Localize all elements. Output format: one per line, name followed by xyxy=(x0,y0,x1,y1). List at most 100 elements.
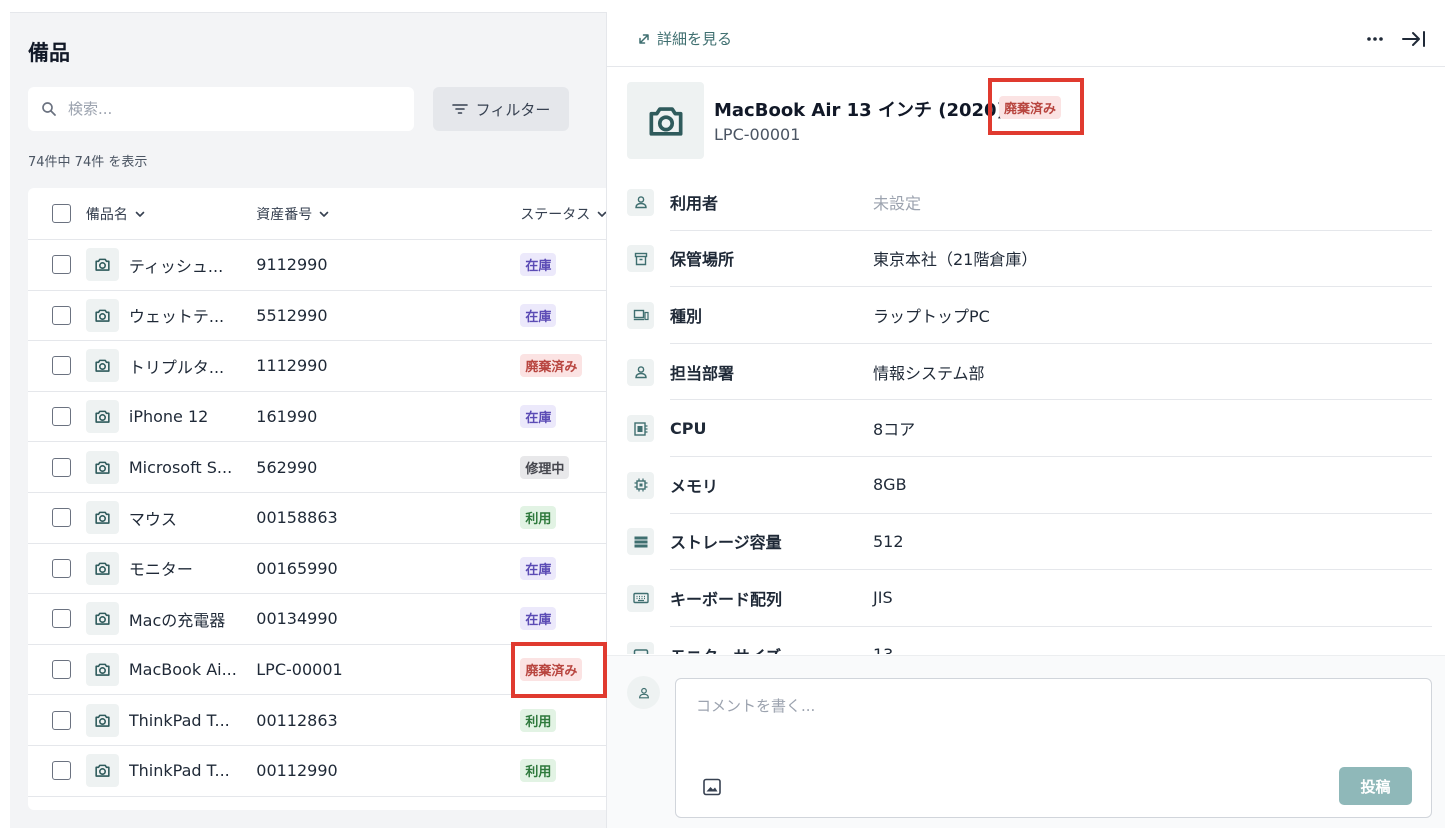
row-checkbox[interactable] xyxy=(52,710,71,730)
property-type[interactable]: 種別 ラップトップPC xyxy=(627,287,1432,344)
table-row[interactable]: トリプルタ... 1112990 廃棄済み xyxy=(28,341,610,392)
filter-button[interactable]: フィルター xyxy=(433,87,569,131)
table-row[interactable]: マウス 00158863 利用 xyxy=(28,493,610,544)
row-asset-number: 562990 xyxy=(256,457,318,477)
person-icon xyxy=(638,687,649,698)
property-value: 8GB xyxy=(873,475,907,495)
property-label: ストレージ容量 xyxy=(670,533,782,553)
row-name: トリプルタ... xyxy=(128,357,225,377)
property-department[interactable]: 担当部署 情報システム部 xyxy=(627,344,1432,401)
page-title: 備品 xyxy=(28,41,70,65)
equipment-list-pane: 備品 フィルター 74件中 74件 を表示 備品名 資産番号 xyxy=(10,12,610,828)
property-label: メモリ xyxy=(670,476,719,496)
row-checkbox[interactable] xyxy=(52,660,71,680)
status-badge: 在庫 xyxy=(520,303,557,327)
result-count: 74件中 74件 を表示 xyxy=(28,155,148,170)
cpu-icon xyxy=(627,415,654,443)
equipment-table: 備品名 資産番号 ステータス ティッシュ... 9112990 在庫 ウェットテ… xyxy=(28,188,610,810)
table-row[interactable]: モニター 00165990 在庫 xyxy=(28,544,610,595)
property-value: 512 xyxy=(873,531,904,551)
table-row[interactable]: ウェットテ... 5512990 在庫 xyxy=(28,291,610,342)
camera-icon xyxy=(85,602,119,636)
table-row[interactable]: ThinkPad T... 00112990 利用 xyxy=(28,746,610,797)
property-value: ラップトップPC xyxy=(873,306,990,326)
property-label: モニターサイズ xyxy=(670,643,873,654)
property-label: 担当部署 xyxy=(670,363,735,383)
table-row[interactable]: iPhone 12 161990 在庫 xyxy=(28,392,610,443)
close-panel-icon[interactable] xyxy=(1401,28,1427,50)
search-icon xyxy=(42,102,56,116)
person-icon xyxy=(627,188,654,216)
camera-icon xyxy=(85,349,119,383)
row-name: マウス xyxy=(128,509,177,529)
view-detail-label: 詳細を見る xyxy=(657,30,733,48)
camera-icon xyxy=(644,99,688,143)
property-label: 保管場所 xyxy=(670,250,735,270)
monitor-icon xyxy=(627,641,654,654)
comment-input[interactable] xyxy=(696,695,1396,755)
row-asset-number: 00165990 xyxy=(256,558,338,578)
row-checkbox[interactable] xyxy=(52,508,71,528)
row-asset-number: 00134990 xyxy=(256,609,338,629)
property-value: 情報システム部 xyxy=(873,363,985,383)
select-all-checkbox[interactable] xyxy=(52,204,71,223)
property-memory[interactable]: メモリ 8GB xyxy=(627,457,1432,514)
row-checkbox[interactable] xyxy=(52,305,71,325)
table-row[interactable]: Microsoft S... 562990 修理中 xyxy=(28,442,610,493)
row-name: ThinkPad T... xyxy=(128,761,230,781)
camera-icon xyxy=(85,653,119,687)
row-name: Microsoft S... xyxy=(128,457,233,477)
row-asset-number: 00158863 xyxy=(256,508,338,528)
row-checkbox[interactable] xyxy=(52,407,71,427)
property-storage[interactable]: ストレージ容量 512 xyxy=(627,514,1432,571)
property-label: キーボード配列 xyxy=(670,589,783,609)
column-header-asset[interactable]: 資産番号 xyxy=(256,204,520,224)
camera-icon xyxy=(85,501,119,535)
row-asset-number: 9112990 xyxy=(256,255,328,275)
row-asset-number: 5512990 xyxy=(256,305,328,325)
item-image[interactable] xyxy=(627,82,704,159)
row-name: iPhone 12 xyxy=(128,407,209,427)
column-header-name[interactable]: 備品名 xyxy=(86,204,256,224)
table-row[interactable]: Macの充電器 00134990 在庫 xyxy=(28,594,610,645)
table-row[interactable]: ティッシュ... 9112990 在庫 xyxy=(28,240,610,291)
camera-icon xyxy=(85,754,119,788)
row-checkbox[interactable] xyxy=(52,761,71,781)
table-row[interactable]: ThinkPad T... 00112863 利用 xyxy=(28,695,610,746)
status-badge: 利用 xyxy=(520,708,557,732)
row-checkbox[interactable] xyxy=(52,609,71,629)
column-header-status[interactable]: ステータス xyxy=(520,204,610,224)
chevron-down-icon xyxy=(134,208,146,220)
status-badge: 利用 xyxy=(520,759,557,783)
property-monitor-size[interactable]: モニターサイズ13 xyxy=(627,627,1432,654)
expand-icon xyxy=(639,33,649,44)
row-checkbox[interactable] xyxy=(52,558,71,578)
property-cpu[interactable]: CPU 8コア xyxy=(627,400,1432,457)
property-location[interactable]: 保管場所 東京本社（21階倉庫） xyxy=(627,231,1432,288)
column-header-status-label: ステータス xyxy=(520,206,591,223)
table-header: 備品名 資産番号 ステータス xyxy=(28,188,610,240)
row-checkbox[interactable] xyxy=(52,457,71,477)
view-detail-link[interactable]: 詳細を見る xyxy=(637,28,732,49)
more-options-icon[interactable] xyxy=(1365,32,1385,46)
image-upload-icon[interactable] xyxy=(702,777,722,797)
row-name: ウェットテ... xyxy=(128,307,225,327)
search-input[interactable] xyxy=(68,100,368,118)
property-value: 8コア xyxy=(873,420,916,440)
storage-icon xyxy=(627,528,654,556)
property-value: JIS xyxy=(873,588,893,608)
property-keyboard[interactable]: キーボード配列 JIS xyxy=(627,570,1432,627)
search-box[interactable] xyxy=(28,87,414,131)
highlight-box-row-status xyxy=(511,642,607,698)
property-user[interactable]: 利用者 未設定 xyxy=(627,174,1432,231)
row-checkbox[interactable] xyxy=(52,255,71,275)
row-checkbox[interactable] xyxy=(52,356,71,376)
column-header-asset-label: 資産番号 xyxy=(256,206,313,223)
post-button[interactable]: 投稿 xyxy=(1339,767,1412,805)
row-asset-number: 1112990 xyxy=(256,356,328,376)
row-name: ThinkPad T... xyxy=(128,710,230,730)
property-list: 利用者 未設定 保管場所 東京本社（21階倉庫） 種別 ラップトップPC 担当部署 情報… xyxy=(627,174,1432,654)
property-label: 利用者 xyxy=(670,193,719,213)
property-value: 13 xyxy=(873,645,893,654)
detail-panel-header: 詳細を見る xyxy=(607,12,1445,67)
